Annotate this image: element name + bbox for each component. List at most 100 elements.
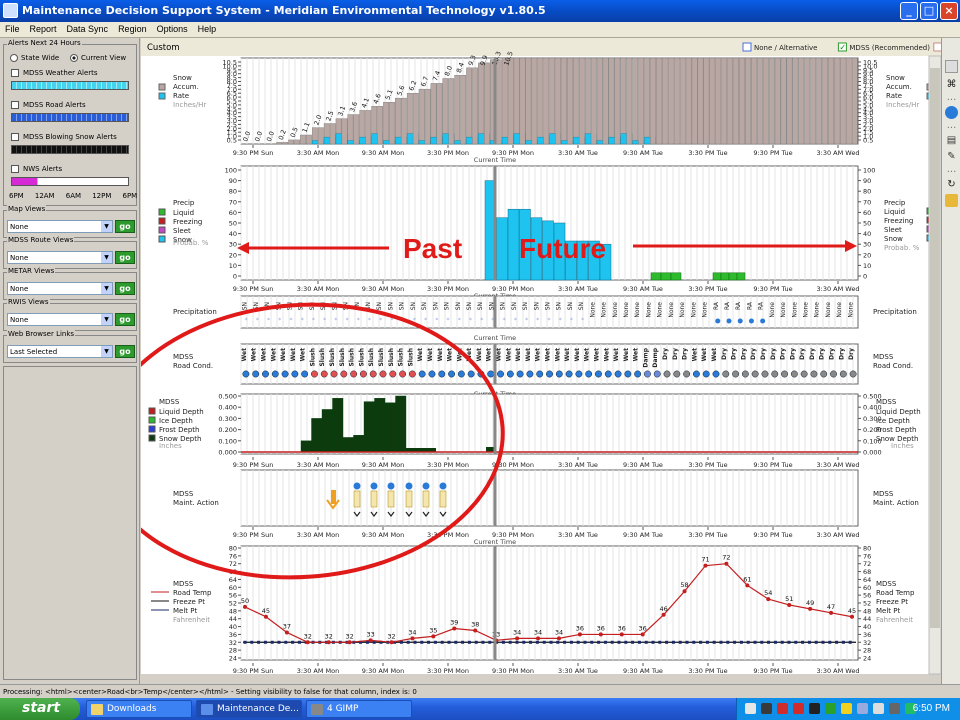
y-tick-label: 0.400 [218, 404, 237, 412]
precip-type-label: None [623, 302, 630, 318]
precip-type-label: None [769, 302, 776, 318]
precip-type-label: SN [567, 302, 574, 310]
tray-icon[interactable] [777, 703, 788, 714]
legend-swatch [148, 416, 156, 424]
precip-type-label: None [690, 302, 697, 318]
rwis-views-value: None [10, 316, 29, 324]
road-cond-label: Wet [437, 348, 444, 361]
legend-text: Liquid [884, 208, 905, 216]
window-icon[interactable] [945, 60, 958, 73]
tray-icon[interactable] [857, 703, 868, 714]
route-views-select[interactable]: None ▼ [7, 251, 113, 264]
road-cond-icon [712, 370, 720, 378]
folder-icon[interactable] [945, 194, 958, 207]
road-cond-label: Wet [633, 348, 640, 361]
time-tick-label: 9:30 PM Tue [753, 149, 792, 157]
state-wide-radio[interactable] [10, 54, 18, 62]
minimize-button[interactable]: _ [900, 2, 918, 20]
snowflake-icon: * [289, 317, 292, 324]
melt-pt-marker [658, 640, 662, 644]
map-views-select[interactable]: None ▼ [7, 220, 113, 233]
start-button[interactable]: start [0, 698, 80, 720]
road-cond-label: Slush [339, 348, 346, 367]
alert-checkbox-weather[interactable] [11, 69, 19, 77]
road-cond-label: Slush [358, 348, 365, 367]
edit-icon[interactable]: ✎ [945, 150, 958, 163]
melt-pt-marker [814, 640, 818, 644]
refresh-icon[interactable]: ↻ [945, 178, 958, 191]
close-button[interactable]: × [940, 2, 958, 20]
left-panel: Alerts Next 24 Hours State Wide Current … [0, 38, 140, 684]
menu-data-sync[interactable]: Data Sync [62, 22, 114, 36]
rwis-views-go-button[interactable]: go [115, 313, 135, 326]
accum-bar [389, 102, 395, 145]
rwis-views-select[interactable]: None ▼ [7, 313, 113, 326]
road-cond-label: Dry [721, 348, 728, 360]
snowflake-icon: * [368, 317, 371, 324]
legend-text: MDSS [159, 398, 180, 406]
web-links-select[interactable]: Last Selected ▼ [7, 345, 113, 358]
globe-icon[interactable] [945, 106, 958, 119]
task-downloads-label: Downloads [107, 704, 157, 714]
road-temp-label: 36 [639, 624, 647, 632]
task-gimp[interactable]: 4 GIMP [306, 700, 412, 718]
road-cond-icon [497, 370, 504, 378]
road-cond-label: Wet [300, 348, 307, 361]
tray-icon[interactable] [841, 703, 852, 714]
road-temp-point [703, 563, 708, 568]
gimp-icon [311, 704, 323, 715]
alert-checkbox-blowing-snow[interactable] [11, 133, 19, 141]
left-panel-blank [3, 366, 137, 680]
legend-text: Rate [886, 92, 902, 100]
menu-help[interactable]: Help [193, 22, 222, 36]
web-links-go-button[interactable]: go [115, 345, 135, 358]
menu-region[interactable]: Region [113, 22, 152, 36]
accum-bar [377, 106, 383, 145]
road-cond-icon [428, 370, 436, 378]
accum-bar [501, 57, 508, 145]
road-cond-label: Wet [427, 348, 434, 361]
network-icon[interactable]: ⌘ [945, 78, 958, 91]
tray-icon[interactable] [889, 703, 900, 714]
volume-icon[interactable] [873, 703, 884, 714]
menu-options[interactable]: Options [152, 22, 193, 36]
y-tick-label: 100 [225, 167, 237, 175]
alerts-title: Alerts Next 24 Hours [7, 39, 82, 47]
check-icon: ✓ [839, 43, 846, 52]
task-mdss[interactable]: Maintenance De... [196, 700, 302, 718]
precip-type-label: None [814, 302, 821, 318]
metar-views-go-button[interactable]: go [115, 282, 135, 295]
metar-views-select[interactable]: None ▼ [7, 282, 113, 295]
task-downloads[interactable]: Downloads [86, 700, 192, 718]
accum-bar [329, 123, 336, 145]
accum-bar [679, 57, 686, 145]
snowflake-icon: * [301, 317, 304, 324]
legend-text: Rate [173, 92, 189, 100]
melt-pt-marker [549, 640, 553, 644]
menu-report[interactable]: Report [25, 22, 62, 36]
tray-icon[interactable] [825, 703, 836, 714]
map-views-go-button[interactable]: go [115, 220, 135, 233]
alert-checkbox-nws[interactable] [11, 165, 19, 173]
current-view-radio[interactable] [70, 54, 78, 62]
maximize-button[interactable]: □ [920, 2, 938, 20]
tray-icon[interactable] [745, 703, 756, 714]
accum-bar [762, 57, 769, 145]
road-cond-icon [810, 370, 818, 378]
road-cond-icon [526, 370, 534, 378]
legend-swatch [158, 217, 166, 225]
legend-text: Accum. [173, 83, 199, 91]
alert-time-axis: 6PM 12AM 6AM 12PM 6PM [9, 192, 137, 200]
y-tick-label: 60 [863, 584, 871, 592]
time-tick-label: 9:30 PM Tue [753, 531, 792, 539]
time-tick-label: 3:30 AM Tue [558, 531, 598, 539]
menu-file[interactable]: File [0, 22, 25, 36]
document-icon[interactable]: ▤ [945, 134, 958, 147]
gmail-icon[interactable] [793, 703, 804, 714]
alert-checkbox-road[interactable] [11, 101, 19, 109]
tray-icon[interactable] [809, 703, 820, 714]
accum-bar [650, 57, 656, 145]
route-views-go-button[interactable]: go [115, 251, 135, 264]
tray-icon[interactable] [761, 703, 772, 714]
road-temp-label: 58 [680, 581, 688, 589]
